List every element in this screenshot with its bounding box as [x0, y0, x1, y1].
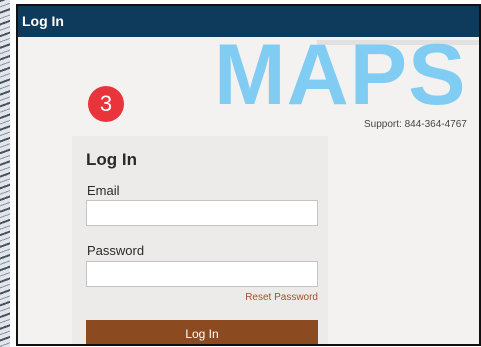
maps-logo: MAPS — [214, 27, 467, 123]
login-window: Log In MAPS Support: 844-364-4767 3 Log … — [16, 4, 481, 346]
reset-password-link[interactable]: Reset Password — [245, 292, 318, 304]
step-number-badge: 3 — [88, 86, 124, 122]
email-label: Email — [87, 183, 120, 198]
login-panel: Log In Email Password Reset Password Log… — [72, 136, 328, 344]
password-label: Password — [87, 243, 145, 258]
window-title: Log In — [22, 13, 64, 29]
background-window-edge — [0, 0, 10, 347]
login-button[interactable]: Log In — [86, 320, 318, 344]
login-heading: Log In — [86, 150, 137, 169]
password-field[interactable] — [86, 261, 318, 287]
email-field[interactable] — [86, 200, 318, 226]
support-phone: Support: 844-364-4767 — [364, 119, 467, 130]
